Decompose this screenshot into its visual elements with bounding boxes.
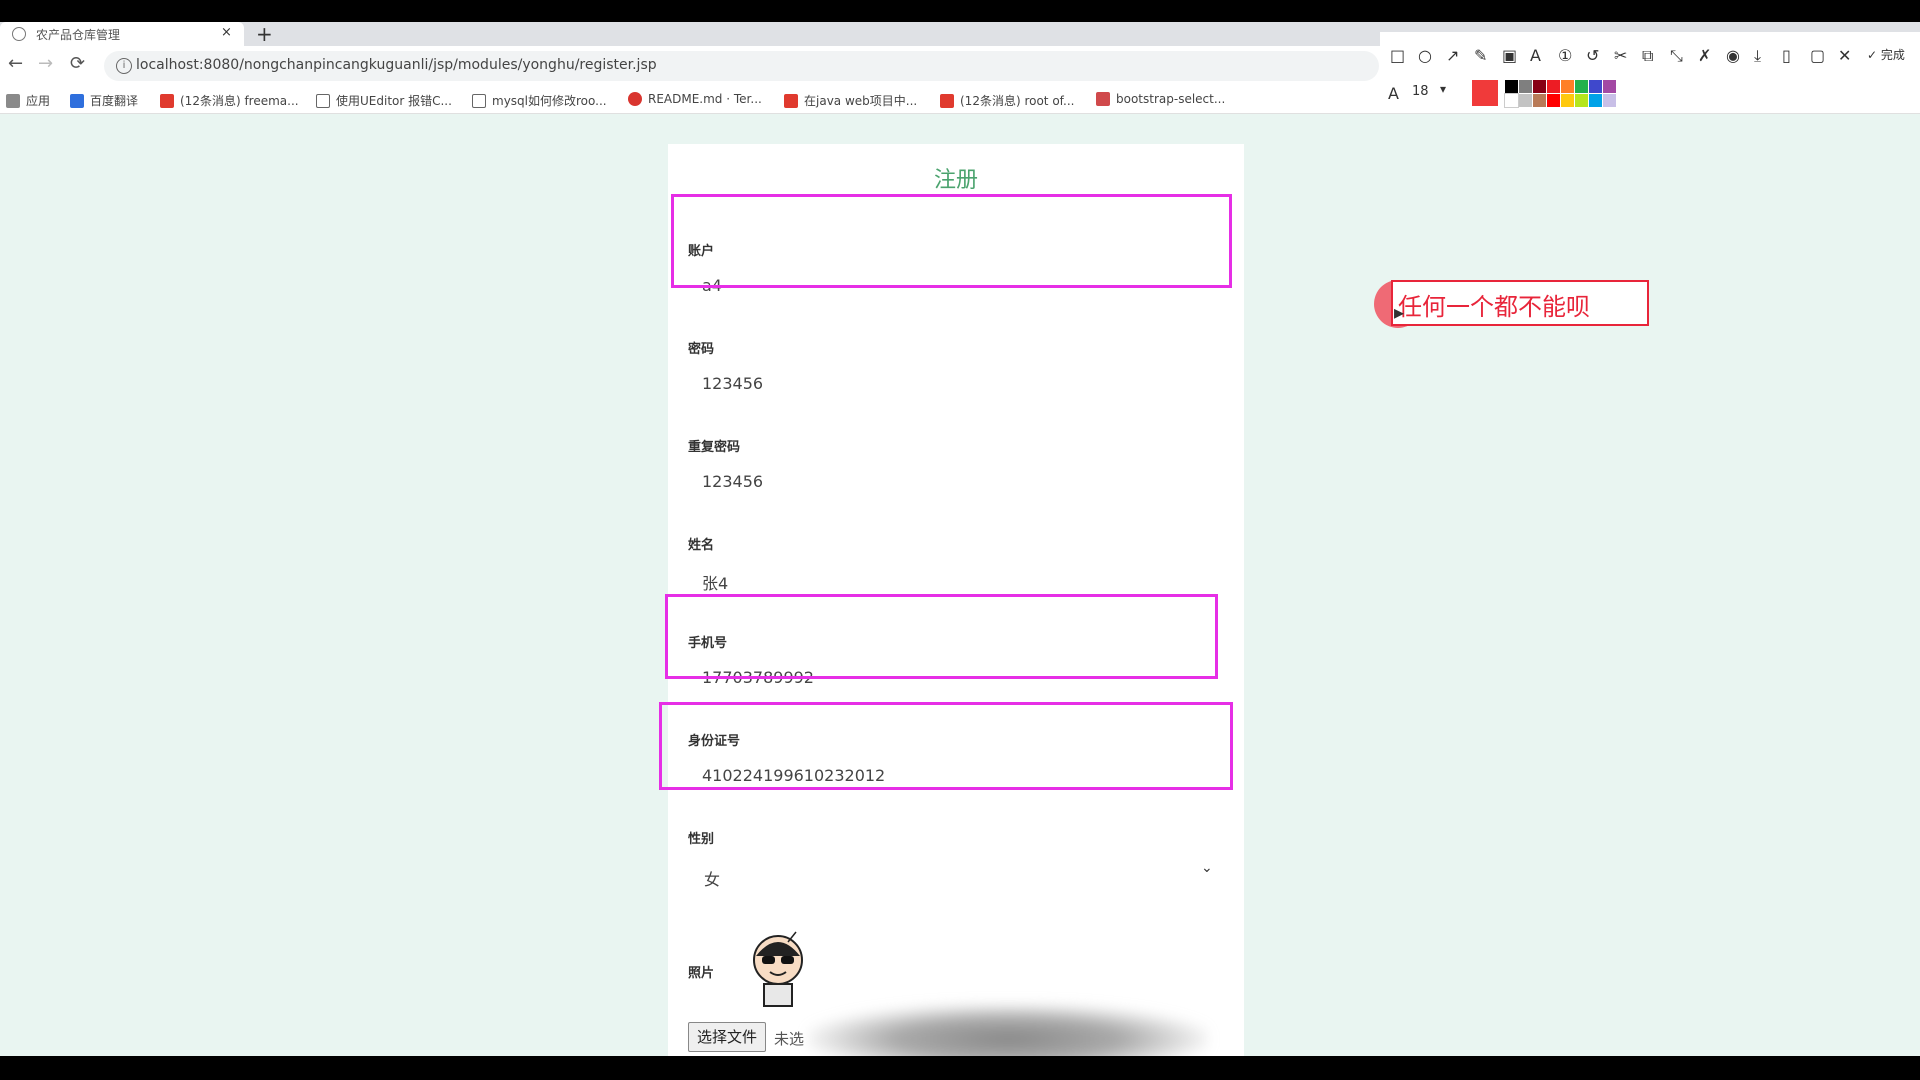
color-swatch[interactable] [1547, 80, 1560, 93]
screen: 农产品仓库管理 × + ← → ⟳ i localhost:8080/nongc… [0, 0, 1920, 1080]
photo-preview-image [753, 931, 803, 1007]
annotation-tool-icon[interactable]: ▯ [1782, 46, 1791, 65]
form-title: 注册 [933, 168, 978, 193]
color-swatch[interactable] [1575, 80, 1588, 93]
bookmark-item[interactable]: 使用UEditor 报错C... [316, 92, 452, 109]
blurred-region [808, 1004, 1208, 1056]
highlight-box-phone [665, 594, 1218, 679]
link-icon [316, 93, 330, 108]
file-status-text: 未选 [774, 1030, 805, 1048]
font-size-select[interactable]: 18 [1412, 84, 1429, 99]
browser-window: 农产品仓库管理 × + ← → ⟳ i localhost:8080/nongc… [0, 22, 1920, 1056]
csdn-icon [160, 93, 174, 108]
gitee-icon [628, 92, 642, 106]
photo-label: 照片 [688, 966, 715, 981]
bookmark-item[interactable]: (12条消息) freema... [160, 92, 299, 109]
font-icon: A [1388, 84, 1399, 103]
annotation-tool-icon[interactable]: ▢ [1810, 46, 1825, 65]
name-label: 姓名 [688, 538, 715, 553]
tab-favicon-icon [12, 27, 26, 41]
annotation-tool-icon[interactable]: □ [1390, 46, 1405, 65]
annotation-tool-icon[interactable]: ⤡ [1670, 46, 1683, 66]
repeat-password-input[interactable]: 123456 [702, 472, 763, 491]
highlight-box-account [671, 194, 1232, 288]
annotation-tool-icon[interactable]: ▣ [1502, 46, 1517, 65]
screenshot-annotation-toolbar: ✓ 完成 A 18 ▾ □ ○ ↗ ✎ ▣ A ① ↺ ✂ ⧉ ⤡ ✗ ◉ ⤓ ▯ ▢ ✕ [1380, 32, 1920, 112]
current-color-swatch[interactable] [1472, 80, 1498, 106]
annotation-tool-icon[interactable]: ↺ [1586, 46, 1599, 65]
name-input[interactable]: 张4 [702, 570, 728, 594]
bookmark-item[interactable]: 百度翻译 [70, 92, 138, 109]
color-palette [1504, 80, 1616, 108]
bookmark-item[interactable]: bootstrap-select... [1096, 92, 1225, 106]
bookmark-item[interactable]: (12条消息) root of... [940, 92, 1074, 109]
color-swatch[interactable] [1519, 94, 1532, 107]
apps-grid-icon [6, 93, 20, 108]
annotation-tool-icon[interactable]: ① [1558, 46, 1572, 65]
annotation-tool-icon[interactable]: ✎ [1474, 46, 1487, 65]
csdn-icon [784, 93, 798, 108]
annotation-tool-icon[interactable]: ✂ [1614, 46, 1627, 65]
annotation-tool-icon[interactable]: ↗ [1446, 46, 1459, 65]
bookmark-apps[interactable]: 应用 [6, 92, 50, 109]
bookmark-item[interactable]: 在java web项目中... [784, 92, 917, 109]
annotation-tool-icon[interactable]: ○ [1418, 46, 1432, 65]
color-swatch[interactable] [1533, 94, 1546, 107]
reload-icon[interactable]: ⟳ [70, 54, 85, 74]
url-omnibox[interactable]: i localhost:8080/nongchanpincangkuguanli… [104, 51, 1379, 81]
finish-button[interactable]: ✓ 完成 [1867, 46, 1905, 63]
color-swatch[interactable] [1589, 80, 1602, 93]
color-swatch[interactable] [1505, 80, 1518, 93]
highlight-box-id-number [659, 702, 1233, 790]
bookmark-page-icon [1096, 92, 1110, 106]
tab-close-icon[interactable]: × [221, 25, 232, 40]
font-size-dropdown-icon[interactable]: ▾ [1440, 82, 1446, 96]
color-swatch[interactable] [1603, 94, 1616, 107]
color-swatch[interactable] [1589, 94, 1602, 107]
gender-select[interactable]: 女 [704, 866, 720, 890]
annotation-tool-icon[interactable]: ◉ [1726, 46, 1740, 65]
annotation-tool-icon[interactable]: ⧉ [1642, 46, 1653, 66]
color-swatch[interactable] [1561, 94, 1574, 107]
forward-arrow-icon[interactable]: → [38, 54, 53, 74]
color-swatch[interactable] [1533, 80, 1546, 93]
color-swatch[interactable] [1575, 94, 1588, 107]
url-text[interactable]: localhost:8080/nongchanpincangkuguanli/j… [136, 57, 657, 73]
mouse-cursor-icon: ▸ [1394, 300, 1405, 324]
gender-label: 性别 [688, 832, 715, 847]
back-arrow-icon[interactable]: ← [8, 54, 23, 74]
color-swatch[interactable] [1603, 80, 1616, 93]
tab-title: 农产品仓库管理 [36, 28, 121, 42]
new-tab-button[interactable]: + [256, 22, 273, 46]
choose-file-button[interactable]: 选择文件 [688, 1022, 767, 1052]
annotation-text[interactable]: 任何一个都不能呗 [1398, 287, 1590, 322]
translate-icon [70, 93, 84, 108]
password-input[interactable]: 123456 [702, 374, 763, 393]
annotation-tool-icon[interactable]: A [1530, 46, 1541, 65]
chevron-down-icon[interactable]: ⌄ [1201, 860, 1213, 876]
color-swatch[interactable] [1561, 80, 1574, 93]
password-label: 密码 [688, 342, 715, 357]
annotation-tool-icon[interactable]: ✗ [1698, 46, 1711, 65]
link-icon [472, 93, 486, 108]
color-swatch[interactable] [1547, 94, 1560, 107]
annotation-tool-icon[interactable]: ⤓ [1754, 46, 1761, 66]
repeat-password-label: 重复密码 [688, 440, 741, 455]
browser-tab[interactable]: 农产品仓库管理 × [0, 22, 244, 46]
color-swatch[interactable] [1504, 93, 1519, 108]
site-info-icon[interactable]: i [116, 58, 132, 74]
bookmark-item[interactable]: mysql如何修改roo... [472, 92, 607, 109]
csdn-icon [940, 93, 954, 108]
bookmark-item[interactable]: README.md · Ter... [628, 92, 762, 106]
color-swatch[interactable] [1519, 80, 1532, 93]
annotation-tool-icon[interactable]: ✕ [1838, 46, 1851, 65]
